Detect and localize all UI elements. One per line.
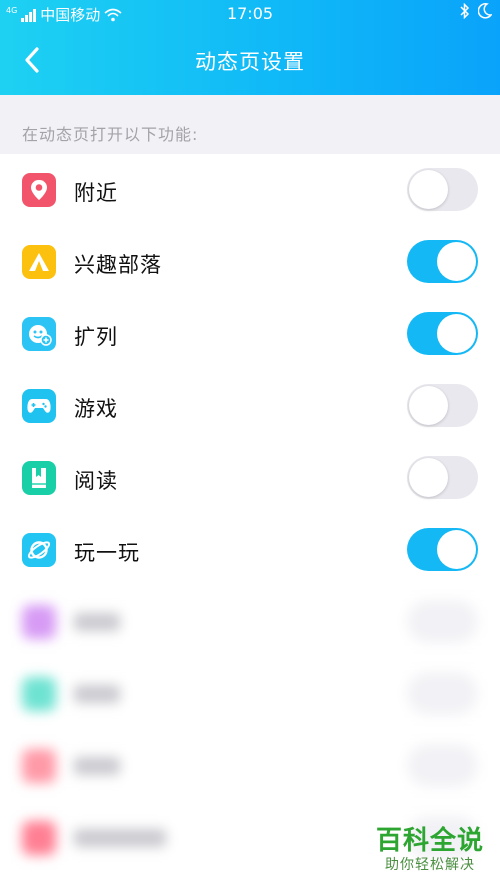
blurred-icon: [22, 749, 56, 783]
status-time: 17:05: [226, 4, 274, 23]
feature-toggle-play[interactable]: [407, 528, 478, 571]
blurred-toggle: [407, 744, 478, 787]
blurred-label: [74, 613, 120, 631]
bluetooth-icon: [460, 3, 470, 19]
feature-label: 玩一玩: [74, 541, 140, 565]
blurred-row: [0, 658, 500, 730]
gamepad-icon: [22, 389, 56, 423]
blurred-label: [74, 685, 120, 703]
blurred-toggle: [407, 600, 478, 643]
page-title: 动态页设置: [195, 50, 305, 74]
feature-row-expand-list: 扩列: [0, 298, 500, 370]
feature-toggle-games[interactable]: [407, 384, 478, 427]
section-header: 在动态页打开以下功能:: [0, 95, 500, 154]
status-bar: 4G 中国移动 17:05: [0, 0, 500, 28]
section-label: 在动态页打开以下功能:: [22, 125, 199, 144]
blurred-icon: [22, 605, 56, 639]
tent-icon: [22, 245, 56, 279]
blurred-toggle: [407, 672, 478, 715]
watermark: 百科全说 助你轻松解决: [374, 826, 486, 874]
feature-label: 扩列: [74, 325, 118, 349]
blurred-label: [74, 829, 166, 847]
feature-row-games: 游戏: [0, 370, 500, 442]
feature-row-interest-tribe: 兴趣部落: [0, 226, 500, 298]
feature-toggle-nearby[interactable]: [407, 168, 478, 211]
book-icon: [22, 461, 56, 495]
location-pin-icon: [22, 173, 56, 207]
watermark-subtitle: 助你轻松解决: [385, 857, 475, 873]
watermark-title: 百科全说: [375, 826, 484, 856]
feature-toggle-reading[interactable]: [407, 456, 478, 499]
smiley-plus-icon: [22, 317, 56, 351]
feature-toggle-expand-list[interactable]: [407, 312, 478, 355]
feature-label: 兴趣部落: [74, 253, 162, 277]
feature-label: 游戏: [74, 397, 118, 421]
feature-row-play: 玩一玩: [0, 514, 500, 586]
feature-list: 附近 兴趣部落 扩列 游戏 阅读 玩一玩: [0, 154, 500, 874]
blurred-label: [74, 757, 120, 775]
feature-label: 阅读: [74, 469, 118, 493]
blurred-icon: [22, 677, 56, 711]
planet-icon: [22, 533, 56, 567]
moon-icon: [478, 3, 492, 19]
blurred-icon: [22, 821, 56, 855]
feature-row-nearby: 附近: [0, 154, 500, 226]
blurred-row: [0, 730, 500, 802]
feature-toggle-interest-tribe[interactable]: [407, 240, 478, 283]
feature-row-reading: 阅读: [0, 442, 500, 514]
blurred-row: [0, 586, 500, 658]
header: 4G 中国移动 17:05 动态页设置: [0, 0, 500, 95]
feature-label: 附近: [74, 181, 118, 205]
